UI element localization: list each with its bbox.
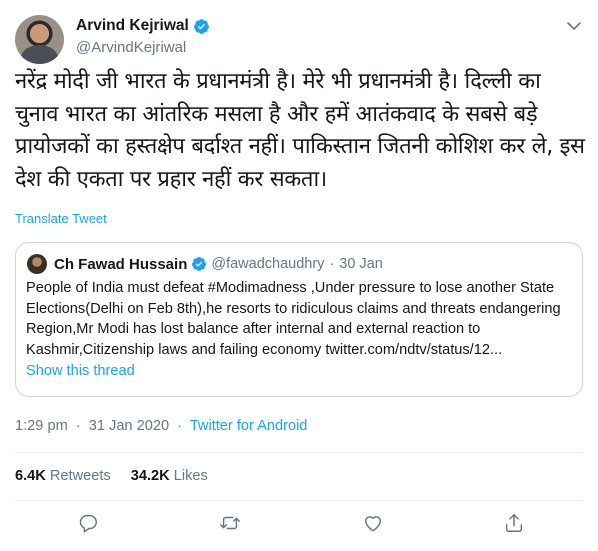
author-header: Arvind Kejriwal @ArvindKejriwal bbox=[76, 16, 210, 56]
quoted-separator: · bbox=[329, 256, 335, 272]
tweet-date[interactable]: 31 Jan 2020 bbox=[89, 418, 169, 434]
author-avatar[interactable] bbox=[15, 15, 64, 64]
divider bbox=[15, 500, 583, 501]
reply-icon[interactable] bbox=[77, 512, 101, 536]
meta-separator: · bbox=[75, 418, 81, 434]
quoted-text: People of India must defeat #Modimadness… bbox=[26, 280, 561, 358]
divider bbox=[15, 452, 583, 453]
tweet-time[interactable]: 1:29 pm bbox=[15, 418, 68, 434]
heart-icon[interactable] bbox=[362, 512, 386, 536]
quoted-avatar bbox=[27, 254, 47, 274]
retweet-icon[interactable] bbox=[219, 512, 243, 536]
action-bar bbox=[0, 512, 598, 540]
meta-separator: · bbox=[177, 418, 183, 434]
quoted-tweet[interactable]: Ch Fawad Hussain @fawadchaudhry · 30 Jan… bbox=[15, 242, 583, 397]
share-icon[interactable] bbox=[503, 512, 527, 536]
retweets-label: Retweets bbox=[49, 468, 111, 484]
tweet: Arvind Kejriwal @ArvindKejriwal नरेंद्र … bbox=[0, 0, 598, 551]
quoted-name: Ch Fawad Hussain bbox=[54, 255, 188, 273]
quoted-handle: @fawadchaudhry bbox=[211, 256, 325, 272]
retweets-stat[interactable]: 6.4K Retweets bbox=[15, 468, 111, 484]
translate-tweet-link[interactable]: Translate Tweet bbox=[15, 211, 107, 226]
show-thread-link[interactable]: Show this thread bbox=[26, 363, 135, 379]
tweet-meta: 1:29 pm · 31 Jan 2020 · Twitter for Andr… bbox=[15, 418, 307, 434]
quoted-date: 30 Jan bbox=[339, 256, 383, 272]
retweets-count: 6.4K bbox=[15, 468, 46, 484]
verified-badge-icon bbox=[193, 18, 210, 35]
verified-badge-icon bbox=[191, 256, 207, 272]
chevron-down-icon[interactable] bbox=[566, 18, 582, 32]
tweet-source[interactable]: Twitter for Android bbox=[190, 418, 308, 434]
likes-label: Likes bbox=[173, 468, 208, 484]
author-name[interactable]: Arvind Kejriwal bbox=[76, 17, 189, 35]
likes-stat[interactable]: 34.2K Likes bbox=[131, 468, 208, 484]
likes-count: 34.2K bbox=[130, 468, 170, 484]
quoted-header: Ch Fawad Hussain @fawadchaudhry · 30 Jan bbox=[54, 254, 383, 274]
author-handle[interactable]: @ArvindKejriwal bbox=[76, 39, 210, 56]
tweet-stats: 6.4K Retweets 34.2K Likes bbox=[15, 468, 228, 484]
tweet-text: नरेंद्र मोदी जी भारत के प्रधानमंत्री है।… bbox=[15, 69, 592, 192]
